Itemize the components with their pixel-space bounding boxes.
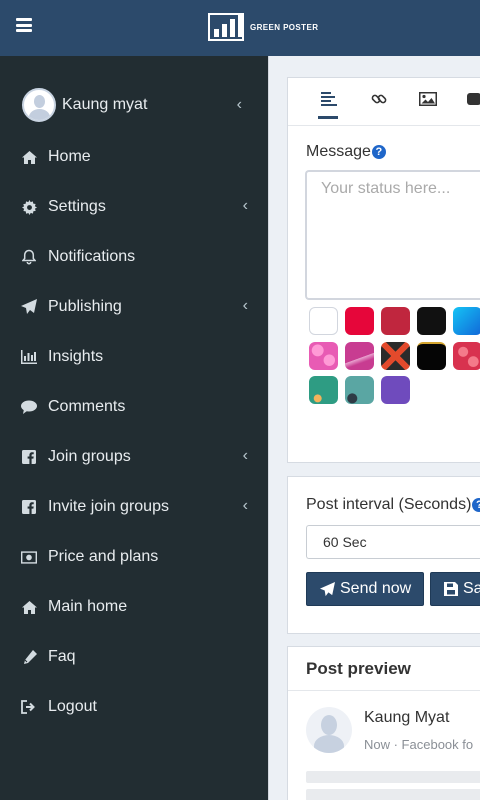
background-swatch-black[interactable] [417,307,446,335]
background-swatch-teal-figure[interactable] [345,376,374,404]
main-content: Message? Post interval (Seconds)? 60 Sec… [268,56,480,800]
tab-link[interactable] [368,90,390,112]
logo-mark-icon [208,13,244,41]
sidebar-item-logout[interactable]: Logout [0,692,268,722]
sidebar-item-label: Publishing [48,298,122,315]
chevron-left-icon: ‹ [236,96,242,113]
paper-plane-icon [21,299,37,315]
background-swatch-teal-flowers[interactable] [309,376,338,404]
preview-meta: Now · Facebook fo [364,737,474,752]
home-icon [21,149,37,165]
background-swatch-red[interactable] [345,307,374,335]
sidebar-item-label: Main home [48,598,128,615]
sidebar-item-comments[interactable]: Comments [0,392,268,422]
bar-chart-icon [21,349,37,365]
pencil-icon [21,649,37,665]
video-icon [467,92,480,111]
sign-out-icon [21,699,37,715]
sidebar-item-home[interactable]: Home [0,142,268,172]
post-preview-header: Post preview [288,647,480,691]
active-tab-indicator [318,116,338,119]
preview-user-name: Kaung Myat [364,709,450,726]
help-icon[interactable]: ? [371,145,386,159]
sidebar-item-faq[interactable]: Faq [0,642,268,672]
sidebar-item-label: Settings [48,198,106,215]
facebook-icon [21,449,37,465]
chevron-left-icon: ‹ [242,497,248,514]
sidebar-item-label: Join groups [48,448,131,465]
interval-label: Post interval (Seconds)? [306,496,480,514]
chevron-left-icon: ‹ [242,197,248,214]
sidebar-item-notifications[interactable]: Notifications [0,242,268,272]
facebook-icon [21,499,37,515]
text-align-icon [321,91,337,111]
sidebar-item-main-home[interactable]: Main home [0,592,268,622]
preview-placeholder-line [306,771,480,783]
sidebar-item-label: Logout [48,698,97,715]
sidebar-item-invite-join-groups[interactable]: Invite join groups ‹ [0,492,268,522]
background-swatch-red-hearts[interactable] [453,342,480,370]
paper-plane-icon [320,581,335,596]
sidebar-item-label: Notifications [48,248,136,265]
composer-card: Message? [287,77,480,463]
chevron-left-icon: ‹ [242,447,248,464]
logo-text: GREEN POSTER [250,22,319,32]
image-icon [419,91,437,111]
bell-icon [21,249,37,265]
sidebar-user[interactable]: Kaung myat ‹ [22,88,262,122]
sidebar: Kaung myat ‹ Home Settings ‹ Notificatio… [0,56,268,800]
sidebar-item-settings[interactable]: Settings ‹ [0,192,268,222]
background-swatch-purple[interactable] [381,376,410,404]
sidebar-item-label: Insights [48,348,104,365]
sidebar-item-label: Comments [48,398,126,415]
background-swatch-white[interactable] [309,307,338,335]
money-icon [21,549,37,565]
sidebar-item-label: Invite join groups [48,498,169,515]
message-input[interactable] [321,180,480,290]
sidebar-item-label: Faq [48,648,76,665]
avatar [22,88,56,122]
background-swatch-blue-gradient[interactable] [453,307,480,335]
send-now-label: Send now [340,580,412,597]
background-swatch-crimson[interactable] [381,307,410,335]
gear-icon [21,199,37,215]
interval-label-text: Post interval (Seconds) [306,496,472,513]
message-field[interactable] [305,170,480,300]
sidebar-item-insights[interactable]: Insights [0,342,268,372]
composer-tabs [288,78,480,126]
sidebar-item-join-groups[interactable]: Join groups ‹ [0,442,268,472]
logo[interactable]: GREEN POSTER [208,12,318,42]
help-icon[interactable]: ? [472,498,480,512]
chevron-left-icon: ‹ [242,297,248,314]
save-label: Sav [463,580,480,597]
sidebar-item-price-and-plans[interactable]: Price and plans [0,542,268,572]
post-preview-title: Post preview [306,659,411,678]
tab-image[interactable] [417,90,439,112]
background-swatch-magenta-ribbon[interactable] [345,342,374,370]
home-icon [21,599,37,615]
background-swatch-pink-hearts[interactable] [309,342,338,370]
preview-avatar [306,707,352,753]
preview-placeholder-line [306,789,480,800]
comment-icon [21,399,37,415]
background-swatch-red-cross[interactable] [381,342,410,370]
hamburger-menu-icon[interactable] [16,18,32,32]
save-icon [444,582,458,596]
sidebar-item-label: Price and plans [48,548,159,565]
message-label: Message? [306,143,386,161]
user-name: Kaung myat [62,96,148,113]
background-swatch-dark-sparkle[interactable] [417,342,446,370]
tab-video[interactable] [464,90,480,112]
send-now-button[interactable]: Send now [306,572,424,606]
save-button[interactable]: Sav [430,572,480,606]
sidebar-item-publishing[interactable]: Publishing ‹ [0,292,268,322]
sidebar-item-label: Home [48,148,91,165]
post-preview-card: Post preview Kaung Myat Now · Facebook f… [287,646,480,800]
interval-card: Post interval (Seconds)? 60 Sec Send now… [287,476,480,634]
interval-select[interactable]: 60 Sec [306,525,480,559]
tab-text[interactable] [318,90,340,112]
message-label-text: Message [306,143,371,160]
top-bar: GREEN POSTER [0,0,480,56]
link-icon [371,91,387,112]
